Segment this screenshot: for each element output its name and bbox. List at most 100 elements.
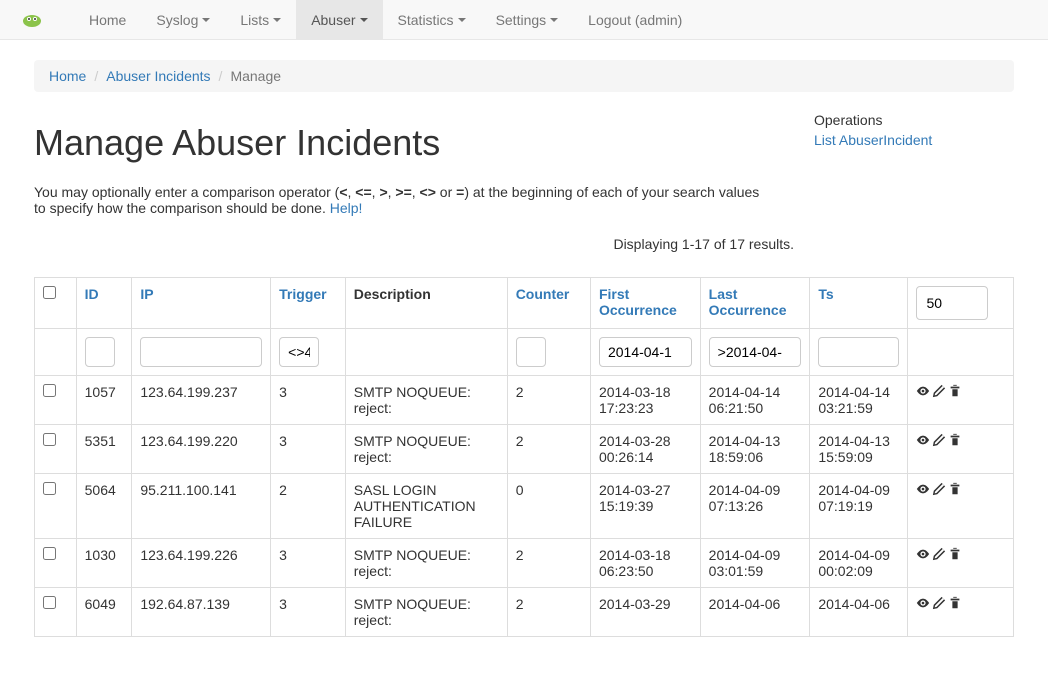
cell-first: 2014-03-18 17:23:23 [590, 376, 700, 425]
results-summary: Displaying 1-17 of 17 results. [34, 236, 794, 252]
table-row: 6049192.64.87.1393SMTP NOQUEUE: reject:2… [35, 588, 1014, 637]
view-icon[interactable] [916, 596, 930, 613]
delete-icon[interactable] [948, 547, 962, 564]
cell-last: 2014-04-06 [700, 588, 810, 637]
filter-first[interactable] [599, 337, 692, 367]
col-trigger[interactable]: Trigger [279, 286, 326, 302]
view-icon[interactable] [916, 482, 930, 499]
nav-lists[interactable]: Lists [225, 0, 296, 40]
edit-icon[interactable] [932, 547, 946, 564]
operation-link[interactable]: List AbuserIncident [814, 132, 932, 148]
cell-id: 5064 [76, 474, 132, 539]
col-description: Description [345, 278, 507, 329]
cell-description: SMTP NOQUEUE: reject: [345, 588, 507, 637]
cell-id: 5351 [76, 425, 132, 474]
nav-syslog[interactable]: Syslog [141, 0, 225, 40]
chevron-down-icon [550, 18, 558, 22]
cell-counter: 2 [507, 539, 590, 588]
cell-last: 2014-04-14 06:21:50 [700, 376, 810, 425]
cell-counter: 2 [507, 376, 590, 425]
col-first[interactable]: First Occurrence [599, 286, 677, 318]
cell-first: 2014-03-28 00:26:14 [590, 425, 700, 474]
intro-text: You may optionally enter a comparison op… [34, 184, 774, 216]
chevron-down-icon [360, 18, 368, 22]
edit-icon[interactable] [932, 482, 946, 499]
delete-icon[interactable] [948, 596, 962, 613]
navbar: HomeSyslog Lists Abuser Statistics Setti… [0, 0, 1048, 40]
nav-home[interactable]: Home [74, 0, 141, 40]
filter-counter[interactable] [516, 337, 546, 367]
table-row: 1057123.64.199.2373SMTP NOQUEUE: reject:… [35, 376, 1014, 425]
row-checkbox[interactable] [43, 482, 56, 495]
filter-row [35, 329, 1014, 376]
edit-icon[interactable] [932, 596, 946, 613]
page-size-input[interactable] [916, 286, 988, 320]
filter-ts[interactable] [818, 337, 898, 367]
col-id[interactable]: ID [85, 286, 99, 302]
delete-icon[interactable] [948, 384, 962, 401]
table-row: 506495.211.100.1412SASL LOGIN AUTHENTICA… [35, 474, 1014, 539]
col-ip[interactable]: IP [140, 286, 153, 302]
cell-ip: 95.211.100.141 [132, 474, 271, 539]
breadcrumb-link[interactable]: Abuser Incidents [106, 68, 210, 84]
cell-ts: 2014-04-14 03:21:59 [810, 376, 907, 425]
cell-first: 2014-03-27 15:19:39 [590, 474, 700, 539]
view-icon[interactable] [916, 547, 930, 564]
cell-last: 2014-04-09 03:01:59 [700, 539, 810, 588]
select-all-checkbox[interactable] [43, 286, 56, 299]
delete-icon[interactable] [948, 433, 962, 450]
breadcrumb: Home Abuser IncidentsManage [34, 60, 1014, 92]
operations-heading: Operations [814, 112, 1014, 128]
cell-trigger: 3 [271, 588, 346, 637]
cell-description: SMTP NOQUEUE: reject: [345, 539, 507, 588]
nav-abuser[interactable]: Abuser [296, 0, 382, 40]
cell-first: 2014-03-18 06:23:50 [590, 539, 700, 588]
delete-icon[interactable] [948, 482, 962, 499]
header-row: ID IP Trigger Description Counter First … [35, 278, 1014, 329]
cell-ip: 123.64.199.220 [132, 425, 271, 474]
cell-ip: 123.64.199.237 [132, 376, 271, 425]
cell-trigger: 2 [271, 474, 346, 539]
row-checkbox[interactable] [43, 596, 56, 609]
breadcrumb-current: Manage [211, 68, 281, 84]
incidents-table: ID IP Trigger Description Counter First … [34, 277, 1014, 637]
nav-settings[interactable]: Settings [481, 0, 574, 40]
cell-description: SMTP NOQUEUE: reject: [345, 376, 507, 425]
table-row: 5351123.64.199.2203SMTP NOQUEUE: reject:… [35, 425, 1014, 474]
cell-ts: 2014-04-06 [810, 588, 907, 637]
cell-last: 2014-04-09 07:13:26 [700, 474, 810, 539]
col-last[interactable]: Last Occurrence [709, 286, 787, 318]
cell-counter: 2 [507, 588, 590, 637]
breadcrumb-link[interactable]: Home [49, 68, 86, 84]
row-checkbox[interactable] [43, 384, 56, 397]
app-logo[interactable] [20, 11, 44, 29]
cell-id: 1030 [76, 539, 132, 588]
filter-trigger[interactable] [279, 337, 319, 367]
row-checkbox[interactable] [43, 547, 56, 560]
help-link[interactable]: Help! [330, 200, 363, 216]
nav-logout-admin-[interactable]: Logout (admin) [573, 0, 697, 40]
cell-id: 1057 [76, 376, 132, 425]
nav-statistics[interactable]: Statistics [383, 0, 481, 40]
view-icon[interactable] [916, 433, 930, 450]
cell-last: 2014-04-13 18:59:06 [700, 425, 810, 474]
cell-trigger: 3 [271, 539, 346, 588]
cell-counter: 2 [507, 425, 590, 474]
filter-ip[interactable] [140, 337, 262, 367]
cell-first: 2014-03-29 [590, 588, 700, 637]
col-ts[interactable]: Ts [818, 286, 833, 302]
filter-id[interactable] [85, 337, 115, 367]
edit-icon[interactable] [932, 384, 946, 401]
cell-id: 6049 [76, 588, 132, 637]
cell-description: SASL LOGIN AUTHENTICATION FAILURE [345, 474, 507, 539]
col-counter[interactable]: Counter [516, 286, 570, 302]
cell-ts: 2014-04-09 07:19:19 [810, 474, 907, 539]
cell-trigger: 3 [271, 425, 346, 474]
page-title: Manage Abuser Incidents [34, 122, 794, 164]
edit-icon[interactable] [932, 433, 946, 450]
chevron-down-icon [202, 18, 210, 22]
view-icon[interactable] [916, 384, 930, 401]
cell-trigger: 3 [271, 376, 346, 425]
filter-last[interactable] [709, 337, 802, 367]
row-checkbox[interactable] [43, 433, 56, 446]
